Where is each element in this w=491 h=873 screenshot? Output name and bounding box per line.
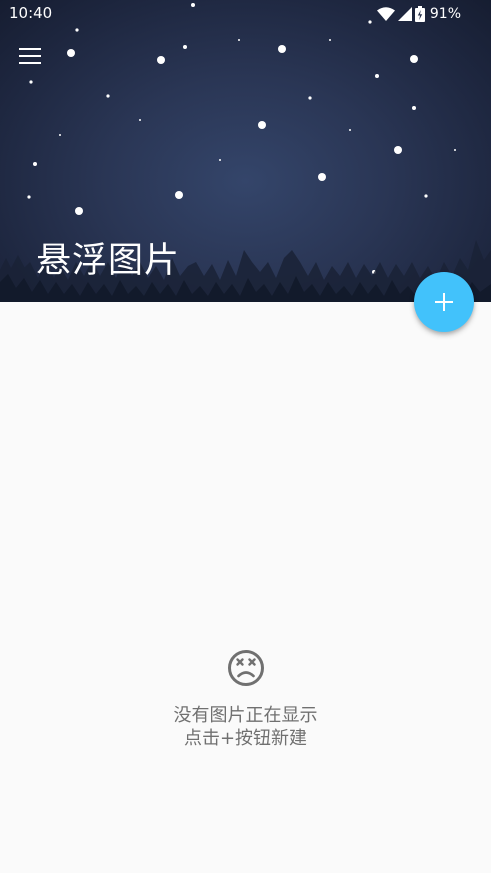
cellular-signal-icon — [397, 7, 412, 21]
page-title: 悬浮图片 — [36, 241, 181, 281]
plus-icon — [435, 293, 453, 311]
sad-face-icon — [227, 650, 264, 686]
empty-message-line1: 没有图片正在显示 — [173, 705, 318, 726]
menu-button[interactable] — [14, 42, 46, 70]
status-bar: 10:40 91% — [0, 0, 491, 28]
status-time: 10:40 — [9, 4, 53, 22]
empty-message-line2: 点击+按钮新建 — [183, 728, 308, 749]
hamburger-menu-icon — [19, 48, 41, 64]
wifi-icon — [376, 7, 395, 21]
add-button[interactable] — [414, 272, 474, 332]
app-screen: 10:40 91% 悬浮图片 没有图片正在显示 点击+按钮新建 — [0, 0, 491, 873]
empty-state: 没有图片正在显示 点击+按钮新建 — [0, 648, 491, 750]
battery-percentage: 91% — [429, 6, 461, 22]
battery-charging-icon — [414, 6, 425, 22]
status-icons: 91% — [376, 4, 461, 24]
